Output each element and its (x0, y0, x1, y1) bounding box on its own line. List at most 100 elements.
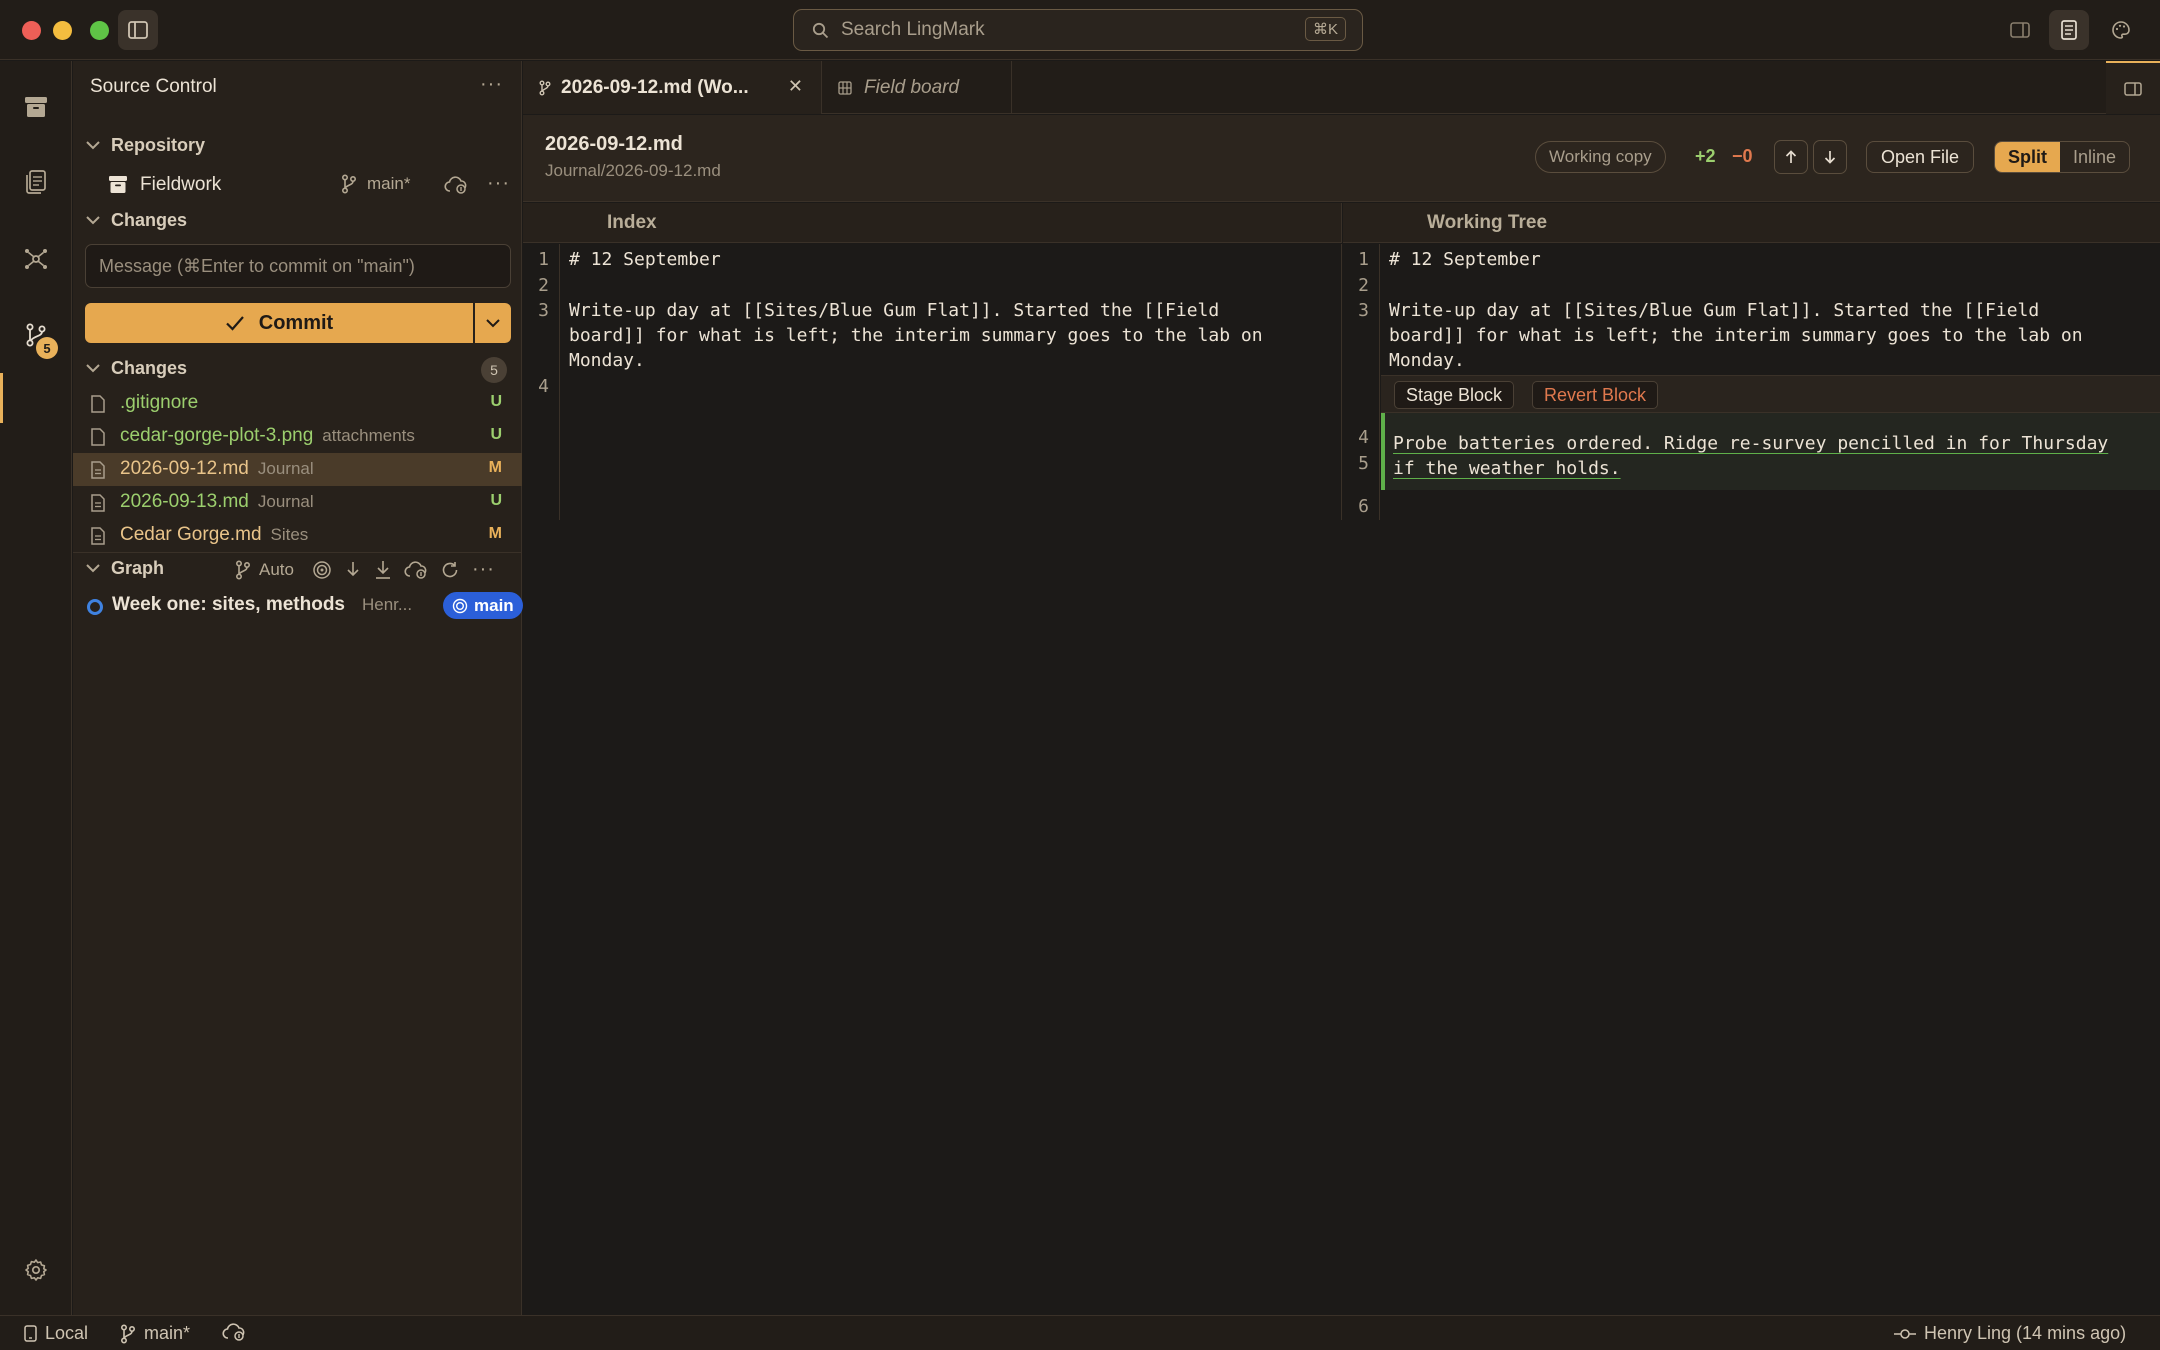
gear-icon (25, 1259, 47, 1281)
previous-change-button[interactable] (1774, 140, 1808, 174)
arrow-up-icon (1785, 150, 1797, 163)
commit-options-button[interactable] (475, 303, 511, 343)
repository-section-header[interactable]: Repository (85, 135, 205, 156)
cloud-sync-icon[interactable] (444, 176, 468, 194)
status-last-commit[interactable]: Henry Ling (14 mins ago) (1894, 1323, 2126, 1344)
changes-list-header[interactable]: Changes (85, 358, 187, 379)
tab-label: Field board (864, 76, 960, 98)
activity-settings[interactable] (16, 1250, 56, 1290)
change-item[interactable]: Cedar Gorge.md Sites M (73, 519, 522, 552)
window-minimize-button[interactable] (53, 21, 72, 40)
target-icon (452, 598, 468, 613)
status-sync-icon[interactable] (222, 1323, 246, 1341)
graph-commit-row[interactable]: Week one: sites, methods Henr... main (85, 591, 523, 621)
stage-block-button[interactable]: Stage Block (1394, 381, 1515, 409)
change-item-selected[interactable]: 2026-09-12.md Journal M (73, 453, 522, 486)
window-close-button[interactable] (22, 21, 41, 40)
toggle-secondary-panel-button[interactable] (2106, 61, 2160, 114)
sidebar-title: Source Control (90, 76, 217, 97)
changes-section-header[interactable]: Changes (85, 210, 187, 231)
status-branch[interactable]: main* (120, 1323, 190, 1344)
revert-block-button[interactable]: Revert Block (1532, 381, 1659, 409)
activity-files[interactable] (16, 162, 56, 202)
working-copy-badge: Working copy (1535, 141, 1666, 173)
index-pane[interactable]: 1 2 3 4 # 12 September Write-up day at [… (523, 244, 1342, 520)
activity-bar: 5 (0, 61, 72, 1315)
tab-label: 2026-09-12.md (Wo... (561, 76, 749, 98)
activity-graph[interactable] (16, 239, 56, 279)
graph-branch-pill[interactable]: main (443, 592, 523, 619)
document-icon (91, 527, 105, 545)
change-item-dir: attachments (322, 426, 415, 445)
theme-button[interactable] (2101, 10, 2141, 50)
change-item[interactable]: cedar-gorge-plot-3.png attachments U (73, 420, 522, 453)
change-item-status: U (490, 393, 502, 410)
chevron-down-icon (85, 138, 101, 154)
search-input[interactable]: Search LingMark ⌘K (793, 9, 1363, 51)
graph-auto-toggle[interactable]: Auto (235, 560, 294, 580)
file-icon (91, 428, 105, 446)
pull-icon[interactable] (374, 560, 392, 580)
change-item[interactable]: 2026-09-13.md Journal U (73, 486, 522, 519)
code-line: Monday. (1389, 350, 1465, 371)
refresh-icon[interactable] (440, 560, 460, 580)
change-item-dir: Journal (257, 492, 314, 511)
reader-mode-button[interactable] (2049, 10, 2089, 50)
source-control-sidebar: Source Control ··· Repository Fieldwork … (73, 61, 523, 1315)
commit-button-label: Commit (258, 311, 334, 334)
right-panel-toggle-button[interactable] (2000, 10, 2040, 50)
commit-node-icon (87, 599, 103, 615)
chevron-down-icon (85, 560, 101, 576)
code-line: Write-up day at [[Sites/Blue Gum Flat]].… (569, 300, 1220, 321)
status-location[interactable]: Local (24, 1323, 88, 1344)
commit-message-input[interactable]: Message (⌘Enter to commit on "main") (85, 244, 511, 288)
graph-more-button[interactable]: ··· (472, 558, 495, 581)
code-line: Monday. (569, 350, 645, 371)
changes-count-badge: 5 (481, 357, 507, 383)
next-change-button[interactable] (1813, 140, 1847, 174)
source-control-badge: 5 (36, 337, 58, 359)
activity-active-indicator (0, 373, 3, 423)
split-view-button[interactable]: Split (1995, 142, 2060, 172)
files-icon (26, 170, 46, 194)
repository-row[interactable]: Fieldwork main* ··· (73, 169, 522, 203)
change-item-dir: Journal (257, 459, 314, 478)
window-maximize-button[interactable] (90, 21, 109, 40)
working-tree-pane[interactable]: 1 2 3 4 5 6 # 12 September Write-up day … (1343, 244, 2160, 520)
repository-branch[interactable]: main* (341, 174, 410, 194)
tab-diff-2026-09-12[interactable]: 2026-09-12.md (Wo... ✕ (523, 61, 822, 114)
change-item-filename: 2026-09-12.md (120, 458, 249, 479)
change-item-name: 2026-09-12.md Journal (120, 458, 314, 480)
code-line: board]] for what is left; the interim su… (569, 325, 1263, 346)
tab-bar: 2026-09-12.md (Wo... ✕ Field board (523, 61, 2160, 114)
cloud-upload-icon[interactable] (404, 560, 428, 579)
activity-archive[interactable] (16, 87, 56, 127)
panel-right-icon (2124, 81, 2142, 96)
close-icon[interactable]: ✕ (788, 76, 803, 97)
search-placeholder: Search LingMark (841, 19, 985, 40)
sidebar-toggle-button[interactable] (118, 10, 158, 50)
change-item-filename: cedar-gorge-plot-3.png (120, 425, 314, 446)
title-bar: Search LingMark ⌘K (0, 0, 2160, 60)
line-number: 2 (538, 275, 549, 296)
repository-more-button[interactable]: ··· (487, 172, 510, 195)
sidebar-more-button[interactable]: ··· (480, 73, 503, 96)
added-block: Probe batteries ordered. Ridge re-survey… (1381, 413, 2160, 490)
open-file-button[interactable]: Open File (1866, 141, 1975, 173)
graph-commit-author: Henr... (362, 595, 413, 614)
device-icon (24, 1325, 37, 1342)
change-item-name: .gitignore (120, 392, 199, 413)
graph-section-header[interactable]: Graph (85, 553, 164, 583)
fetch-icon[interactable] (344, 560, 362, 580)
chevron-down-icon (85, 361, 101, 377)
code-line: Write-up day at [[Sites/Blue Gum Flat]].… (1389, 300, 2040, 321)
line-number: 4 (1358, 427, 1369, 448)
target-icon[interactable] (312, 560, 332, 580)
change-item[interactable]: .gitignore U (73, 387, 522, 420)
diff-view-toggle: Split Inline (1994, 141, 2131, 173)
line-gutter: 1 2 3 4 5 6 (1343, 244, 1380, 520)
line-number: 1 (1358, 249, 1369, 270)
inline-view-button[interactable]: Inline (2060, 142, 2129, 172)
tab-field-board[interactable]: Field board (822, 61, 1012, 114)
commit-button[interactable]: Commit (85, 303, 473, 343)
